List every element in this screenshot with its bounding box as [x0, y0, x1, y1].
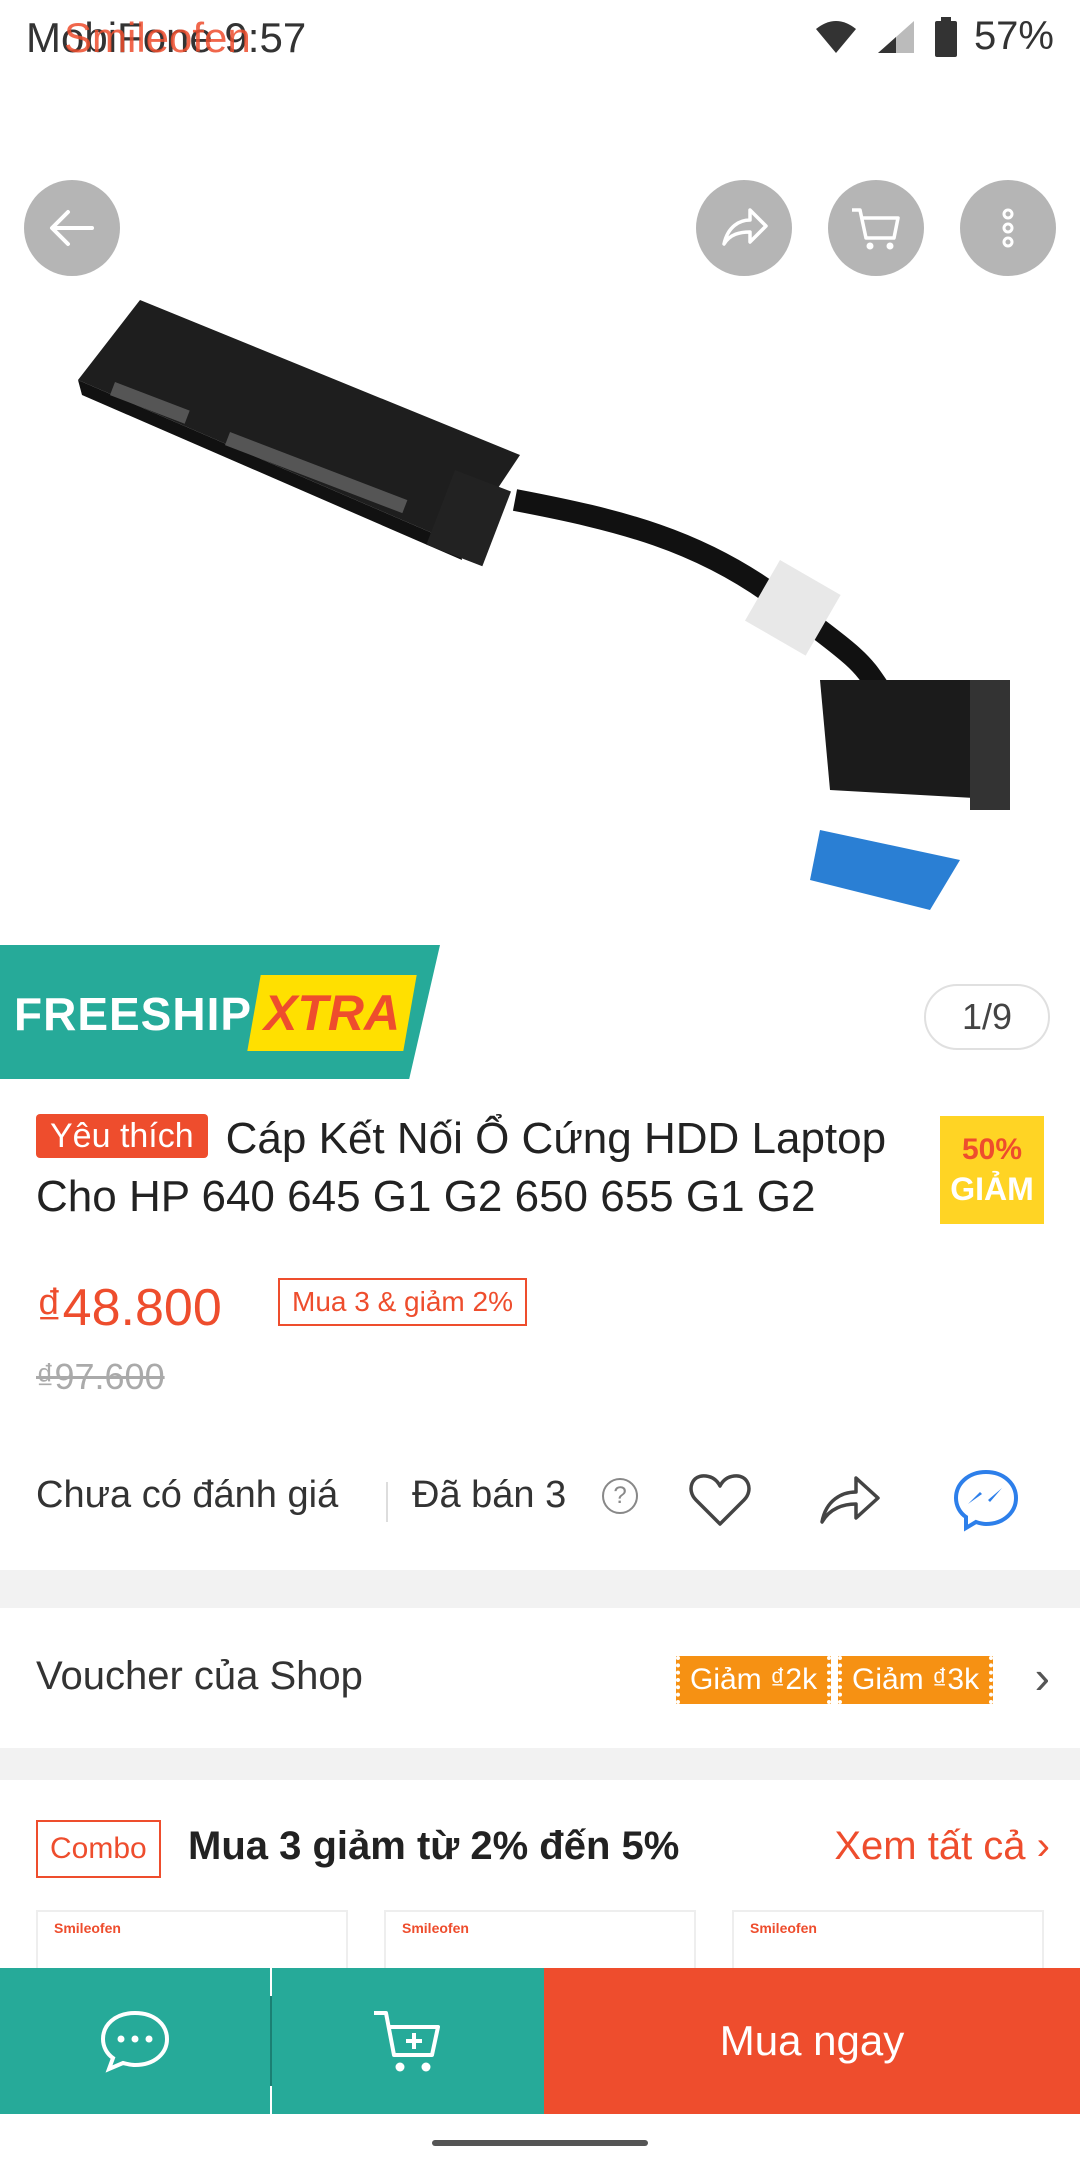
section-gap: [0, 1570, 1080, 1608]
cart-icon: [852, 208, 900, 250]
more-button[interactable]: [960, 180, 1056, 276]
xtra-badge: XTRA: [247, 975, 417, 1051]
see-all-link[interactable]: Xem tất cả ›: [834, 1824, 1050, 1869]
messenger-icon[interactable]: [950, 1464, 1022, 1536]
original-price: ₫97.600: [36, 1356, 165, 1397]
add-to-cart-icon: [374, 2011, 440, 2072]
share-icon: [722, 208, 768, 246]
image-counter: 1/9: [924, 984, 1050, 1050]
add-to-cart-button[interactable]: [272, 1968, 544, 2114]
buy-now-button[interactable]: Mua ngay: [544, 1968, 1080, 2114]
divider: [386, 1482, 388, 1522]
back-arrow-icon: [50, 210, 94, 246]
discount-badge: 50% GIẢM: [940, 1116, 1044, 1224]
section-gap: [0, 1748, 1080, 1780]
chat-button[interactable]: [0, 1968, 270, 2114]
status-icons: 57%: [814, 14, 1054, 59]
voucher-label: Voucher của Shop: [36, 1654, 363, 1698]
product-title: Yêu thích Cáp Kết Nối Ổ Cứng HDD Laptop C…: [36, 1110, 936, 1226]
overlay-text: Smileofen: [64, 14, 251, 61]
rating-text: Chưa có đánh giá: [36, 1474, 339, 1516]
gesture-nav-bar[interactable]: [432, 2140, 648, 2146]
help-icon[interactable]: ?: [602, 1478, 638, 1514]
carrier-time: MobiFone 9:57 Smileofen: [26, 14, 307, 61]
chat-icon: [100, 2010, 170, 2073]
combo-section: Combo Mua 3 giảm từ 2% đến 5% Xem tất cả…: [0, 1780, 1080, 2000]
product-image[interactable]: [0, 72, 1080, 1080]
back-button[interactable]: [24, 180, 120, 276]
share-icon[interactable]: [814, 1464, 886, 1536]
status-bar: MobiFone 9:57 Smileofen 57%: [0, 0, 1080, 72]
stats-row: Chưa có đánh giá Đã bán 3 ?: [0, 1460, 1080, 1540]
bottom-action-bar: Mua ngay: [0, 1968, 1080, 2114]
voucher-chip[interactable]: Giảm ₫2k: [676, 1656, 832, 1704]
current-price: ₫48.800: [36, 1279, 222, 1337]
shop-voucher-row[interactable]: Voucher của Shop Giảm ₫2k Giảm ₫3k ›: [0, 1608, 1080, 1748]
favorite-badge: Yêu thích: [36, 1114, 208, 1158]
freeship-label: FREESHIP: [14, 988, 253, 1040]
bundle-promo-tag[interactable]: Mua 3 & giảm 2%: [278, 1278, 527, 1326]
share-button[interactable]: [696, 180, 792, 276]
wifi-icon: [815, 20, 856, 53]
chevron-right-icon: ›: [1034, 1651, 1050, 1703]
voucher-chip[interactable]: Giảm ₫3k: [838, 1656, 994, 1704]
signal-icon: [877, 20, 914, 53]
sold-count: Đã bán 3: [412, 1474, 567, 1516]
combo-text: Mua 3 giảm từ 2% đến 5%: [188, 1824, 680, 1868]
cart-button[interactable]: [828, 180, 924, 276]
battery-icon: [934, 16, 957, 57]
battery-percent: 57%: [973, 14, 1054, 58]
more-vertical-icon: [1002, 208, 1014, 248]
combo-tag: Combo: [36, 1820, 161, 1878]
heart-icon[interactable]: [684, 1464, 756, 1536]
freeship-xtra-banner: FREESHIP XTRA: [0, 945, 440, 1079]
